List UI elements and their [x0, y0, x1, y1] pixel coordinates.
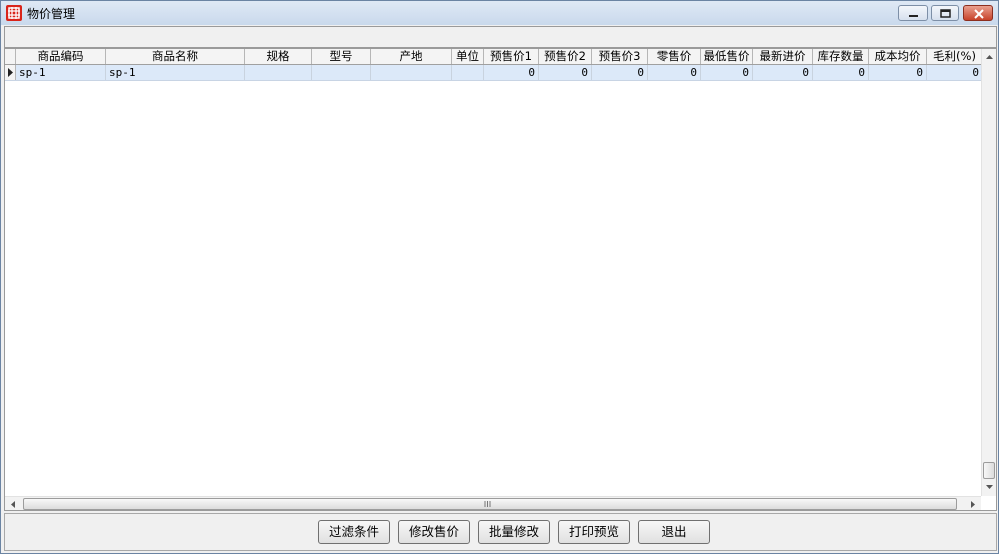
main-window: 物价管理 商品编码 商品名称 规格 型号 产地 单位 预售价1 预售价2 预售价…: [0, 0, 999, 554]
cell-latest-cost[interactable]: 0: [753, 65, 813, 80]
column-header[interactable]: 产地: [371, 49, 452, 64]
column-header[interactable]: 成本均价: [869, 49, 927, 64]
window-title: 物价管理: [27, 7, 76, 21]
scroll-down-icon[interactable]: [985, 482, 994, 491]
close-icon: [974, 9, 984, 19]
cell-gross-margin[interactable]: 0: [927, 65, 983, 80]
toolbar-panel: [4, 26, 997, 48]
vertical-scrollbar[interactable]: [981, 49, 996, 496]
header-indicator-cell: [5, 49, 16, 64]
cell-presale-price-3[interactable]: 0: [592, 65, 648, 80]
column-header[interactable]: 商品编码: [16, 49, 106, 64]
cell-name[interactable]: sp-1: [106, 65, 245, 80]
edit-price-button[interactable]: 修改售价: [398, 520, 470, 544]
cell-presale-price-1[interactable]: 0: [484, 65, 539, 80]
column-header[interactable]: 最新进价: [753, 49, 813, 64]
cell-model[interactable]: [312, 65, 371, 80]
cell-spec[interactable]: [245, 65, 312, 80]
exit-button[interactable]: 退出: [638, 520, 710, 544]
bottom-button-bar: 过滤条件 修改售价 批量修改 打印预览 退出: [4, 513, 997, 551]
filter-conditions-button[interactable]: 过滤条件: [318, 520, 390, 544]
column-header[interactable]: 毛利(%): [927, 49, 983, 64]
batch-edit-button[interactable]: 批量修改: [478, 520, 550, 544]
close-button[interactable]: [963, 5, 993, 21]
column-header[interactable]: 单位: [452, 49, 484, 64]
vertical-scroll-thumb[interactable]: [983, 462, 995, 479]
scroll-right-icon[interactable]: [968, 500, 977, 509]
cell-origin[interactable]: [371, 65, 452, 80]
price-grid[interactable]: 商品编码 商品名称 规格 型号 产地 单位 预售价1 预售价2 预售价3 零售价…: [4, 48, 997, 511]
scroll-up-icon[interactable]: [985, 53, 994, 62]
column-header[interactable]: 型号: [312, 49, 371, 64]
app-icon: [6, 5, 22, 21]
cell-avg-cost[interactable]: 0: [869, 65, 927, 80]
column-header[interactable]: 规格: [245, 49, 312, 64]
row-indicator: [5, 65, 16, 80]
restore-button[interactable]: [931, 5, 959, 21]
column-header[interactable]: 预售价1: [484, 49, 539, 64]
column-header[interactable]: 零售价: [648, 49, 701, 64]
column-header[interactable]: 最低售价: [701, 49, 753, 64]
current-row-arrow-icon: [8, 68, 13, 77]
column-header[interactable]: 预售价3: [592, 49, 648, 64]
cell-code[interactable]: sp-1: [16, 65, 106, 80]
cell-presale-price-2[interactable]: 0: [539, 65, 592, 80]
grid-header: 商品编码 商品名称 规格 型号 产地 单位 预售价1 预售价2 预售价3 零售价…: [5, 49, 996, 65]
column-header[interactable]: 库存数量: [813, 49, 869, 64]
cell-unit[interactable]: [452, 65, 484, 80]
scroll-grip-icon: [484, 501, 491, 507]
cell-retail-price[interactable]: 0: [648, 65, 701, 80]
table-row[interactable]: sp-1 sp-1 0 0 0 0 0 0 0 0 0: [5, 65, 996, 81]
title-bar: 物价管理: [1, 1, 998, 25]
horizontal-scroll-thumb[interactable]: [23, 498, 957, 510]
restore-icon: [940, 9, 951, 18]
column-header[interactable]: 商品名称: [106, 49, 245, 64]
minimize-button[interactable]: [898, 5, 928, 21]
minimize-icon: [909, 15, 918, 17]
column-header[interactable]: 预售价2: [539, 49, 592, 64]
cell-stock-qty[interactable]: 0: [813, 65, 869, 80]
horizontal-scrollbar[interactable]: [5, 496, 981, 510]
print-preview-button[interactable]: 打印预览: [558, 520, 630, 544]
scroll-left-icon[interactable]: [9, 500, 18, 509]
cell-min-price[interactable]: 0: [701, 65, 753, 80]
